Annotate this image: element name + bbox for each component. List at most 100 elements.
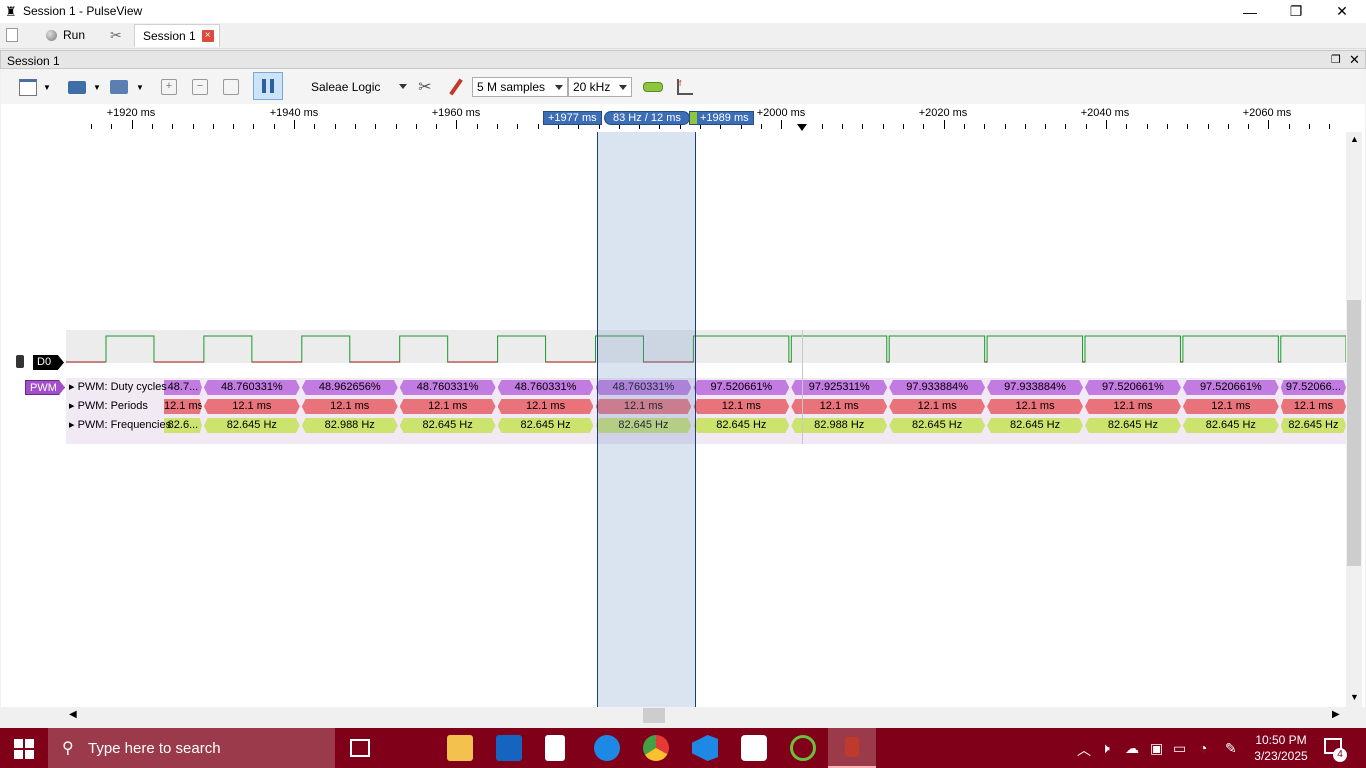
annotation-chip[interactable]: 12.1 ms (1280, 399, 1346, 414)
save-dropdown-icon[interactable]: ▼ (134, 75, 146, 99)
annotation-chip[interactable]: 82.645 Hz (1280, 418, 1346, 433)
new-view-icon[interactable] (17, 75, 39, 99)
annotation-chip[interactable]: 12.1 ms (693, 399, 790, 414)
annotation-chip[interactable]: 97.520661% (1182, 380, 1279, 395)
annotation-chip[interactable]: 82.988 Hz (791, 418, 888, 433)
annotation-chip[interactable]: 12.1 ms (889, 399, 986, 414)
wifi-icon[interactable]: ◔ (1199, 740, 1207, 756)
run-button[interactable]: Run (46, 25, 85, 45)
annotation-chip[interactable]: 97.52066... (1280, 380, 1346, 395)
obs-icon[interactable] (741, 735, 767, 761)
dock-close-icon[interactable]: ✕ (1349, 52, 1360, 68)
annotation-chip[interactable]: 97.520661% (693, 380, 790, 395)
annotation-chip[interactable]: 82.645 Hz (987, 418, 1083, 433)
scroll-up-icon[interactable]: ▲ (1350, 134, 1359, 144)
pulseview-taskbar-button[interactable] (828, 728, 876, 768)
onedrive-icon[interactable]: ☁ (1125, 740, 1139, 757)
tray-chevron-icon[interactable]: ︿ (1077, 740, 1091, 760)
device-select[interactable]: Saleae Logic (307, 77, 411, 97)
annotation-chip[interactable]: 82.645 Hz (1085, 418, 1181, 433)
samplerate-select[interactable]: 20 kHz (568, 77, 632, 97)
cursor-a-label[interactable]: +1977 ms (543, 111, 602, 125)
annotation-chip[interactable]: 12.1 ms (791, 399, 888, 414)
zoom-out-icon[interactable]: − (188, 75, 212, 99)
restore-icon[interactable]: ❐ (1273, 0, 1319, 23)
vertical-scroll-thumb[interactable] (1347, 300, 1361, 566)
cursor-b-label[interactable]: +1989 ms (689, 111, 754, 125)
add-decoder-icon[interactable] (641, 75, 665, 99)
taskbar-search-box[interactable]: ⚲ Type here to search (48, 728, 335, 768)
annotation-chip[interactable]: 12.1 ms (1085, 399, 1181, 414)
app-ring-icon[interactable] (790, 735, 816, 761)
close-icon[interactable]: ✕ (1319, 0, 1365, 23)
cursor-toggle-icon[interactable] (253, 72, 283, 100)
cursor-selection-region[interactable] (597, 132, 696, 707)
annotation-chip[interactable]: 12.1 ms (301, 399, 398, 414)
horizontal-scrollbar[interactable]: ◀ ▶ (66, 707, 1346, 724)
d0-channel-label[interactable]: D0 (33, 355, 64, 370)
d0-trace-row[interactable] (66, 330, 1346, 363)
tab-session-1[interactable]: Session 1 × (134, 24, 220, 47)
scroll-right-icon[interactable]: ▶ (1332, 709, 1340, 720)
annotation-chip[interactable]: 82.645 Hz (203, 418, 300, 433)
new-view-dropdown-icon[interactable]: ▼ (41, 75, 53, 99)
pwm-decoder-label[interactable]: PWM (25, 380, 65, 395)
math-channel-icon[interactable]: f (673, 75, 697, 99)
annotation-chip[interactable]: 12.1 ms (1182, 399, 1279, 414)
annotation-chip[interactable]: 82.645 Hz (1182, 418, 1279, 433)
annotation-chip[interactable]: 12.1 ms (203, 399, 300, 414)
configure-device-icon[interactable]: ✂ (413, 75, 437, 99)
annotation-chip[interactable]: 48.760331% (497, 380, 594, 395)
taskbar-clock[interactable]: 10:50 PM 3/23/2025 (1249, 732, 1313, 764)
annotation-chip[interactable]: 97.933884% (889, 380, 986, 395)
task-view-icon[interactable] (350, 739, 370, 757)
annotation-chip[interactable]: 12.1 ms (987, 399, 1083, 414)
float-icon[interactable]: ❐ (1331, 53, 1341, 66)
annotation-chip[interactable]: 97.933884% (987, 380, 1083, 395)
file-explorer-icon[interactable] (447, 735, 473, 761)
minimize-icon[interactable]: — (1227, 0, 1273, 23)
horizontal-scroll-thumb[interactable] (643, 708, 665, 723)
vertical-scrollbar[interactable]: ▲ ▼ (1346, 132, 1362, 707)
open-dropdown-icon[interactable]: ▼ (91, 75, 103, 99)
annotation-chip[interactable]: 97.520661% (1085, 380, 1181, 395)
annotation-chip[interactable]: 82.645 Hz (693, 418, 790, 433)
meet-icon[interactable]: ▣ (1150, 740, 1163, 757)
save-icon[interactable] (107, 75, 131, 99)
cursor-delta-label[interactable]: 83 Hz / 12 ms (604, 111, 690, 125)
settings-icon[interactable]: ✂ (110, 25, 128, 45)
zoom-fit-icon[interactable] (219, 75, 243, 99)
annotation-chip[interactable]: 48.7... (164, 380, 202, 395)
annotation-chip[interactable]: 97.925311% (791, 380, 888, 395)
annotation-chip[interactable]: 48.760331% (399, 380, 496, 395)
outlook-icon[interactable] (496, 735, 522, 761)
annotation-chip[interactable]: 48.962656% (301, 380, 398, 395)
annotation-chip[interactable]: 82.645 Hz (497, 418, 594, 433)
edge-icon[interactable] (594, 735, 620, 761)
annotation-chip[interactable]: 82.645 Hz (399, 418, 496, 433)
pen-icon[interactable]: ✎ (1225, 740, 1237, 757)
scroll-down-icon[interactable]: ▼ (1350, 692, 1359, 702)
annotation-chip[interactable]: 12.1 ms (497, 399, 594, 414)
windows-start-icon[interactable] (14, 739, 34, 759)
battery-icon[interactable]: ▭ (1173, 740, 1186, 757)
ruler-tick (1146, 124, 1148, 129)
tab-close-icon[interactable]: × (201, 30, 214, 42)
new-session-icon[interactable] (6, 25, 22, 45)
annotation-chip[interactable]: 82.645 Hz (889, 418, 986, 433)
volume-muted-icon[interactable]: 🕨 (1101, 740, 1110, 757)
chrome-icon[interactable] (643, 735, 669, 761)
annotation-chip[interactable]: 48.760331% (203, 380, 300, 395)
scroll-left-icon[interactable]: ◀ (69, 709, 77, 720)
annotation-chip[interactable]: 82.988 Hz (301, 418, 398, 433)
probe-icon[interactable] (444, 75, 468, 99)
frequency-row: 82.6... 82.645 Hz 82.988 Hz 82.645 Hz 82.645… (66, 418, 1346, 433)
annotation-chip[interactable]: 12.1 ms (164, 399, 202, 414)
open-icon[interactable] (65, 75, 89, 99)
ruler-tick (151, 124, 153, 129)
samples-select[interactable]: 5 M samples (472, 77, 568, 97)
notepad-icon[interactable] (545, 735, 565, 761)
d0-color-icon[interactable] (16, 355, 24, 368)
annotation-chip[interactable]: 12.1 ms (399, 399, 496, 414)
zoom-in-icon[interactable]: + (157, 75, 181, 99)
